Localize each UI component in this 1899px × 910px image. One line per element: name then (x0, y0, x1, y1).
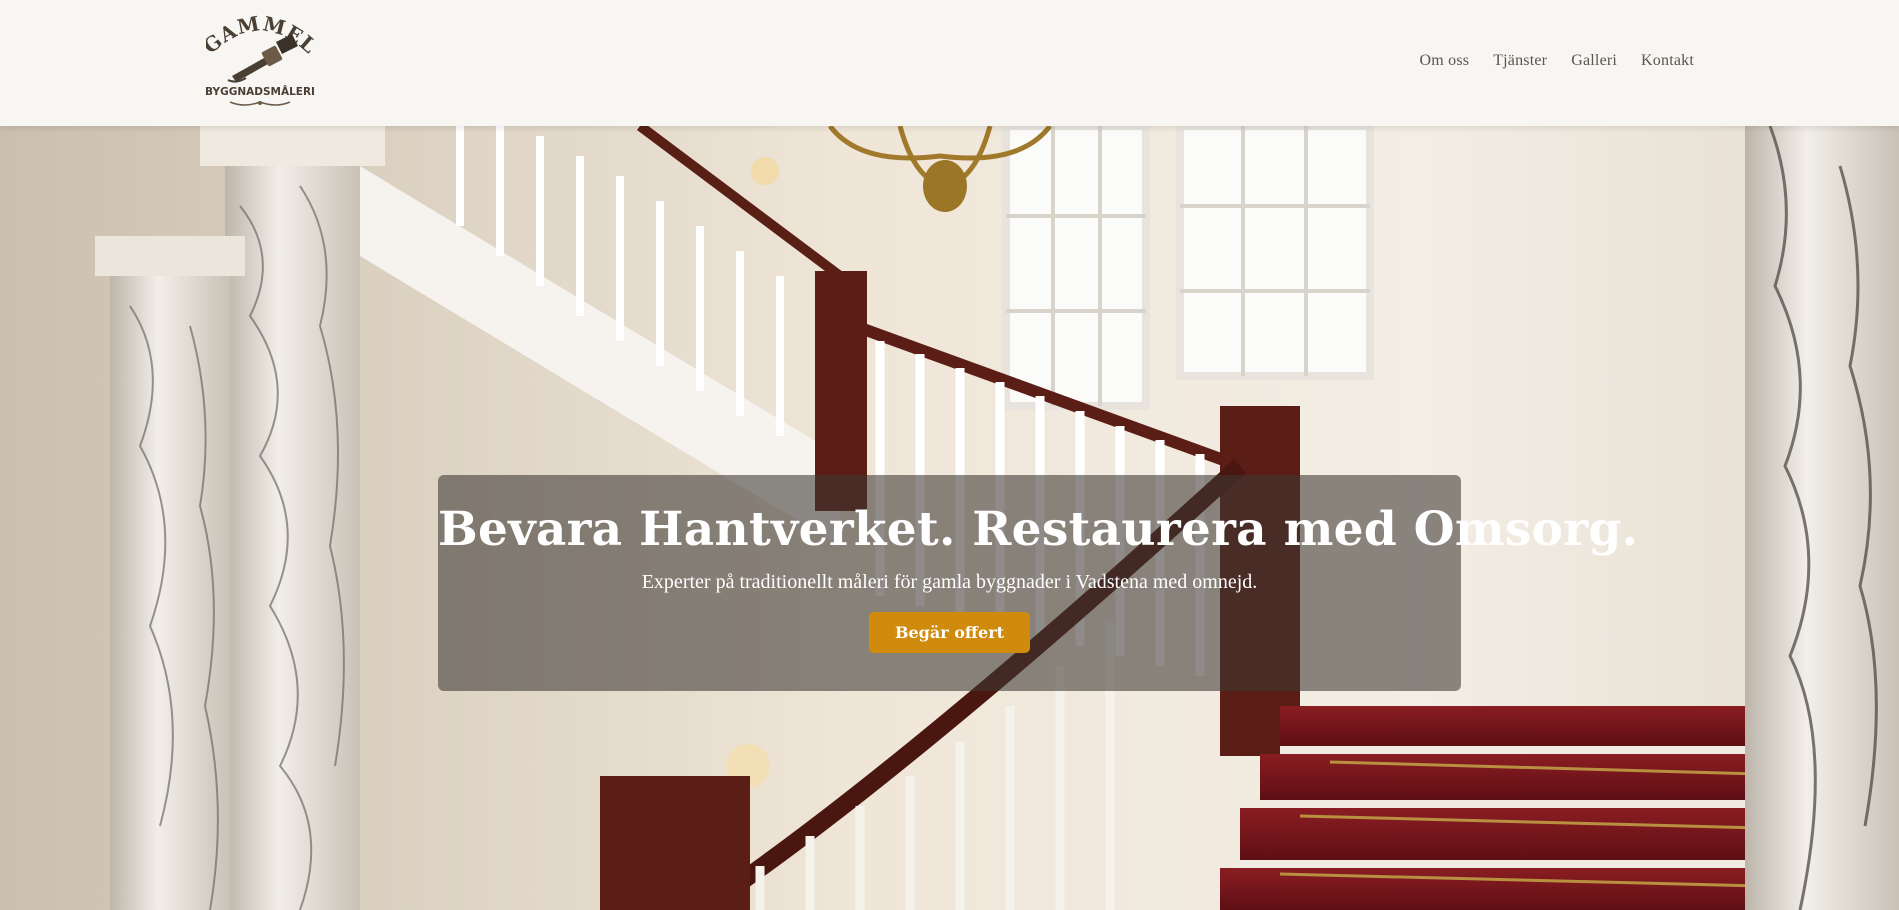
hero-title: Bevara Hantverket. Restaurera med Omsorg… (438, 502, 1639, 557)
main-nav: Om oss Tjänster Galleri Kontakt (1420, 52, 1694, 70)
paintbrush-icon (227, 34, 298, 83)
request-quote-button[interactable]: Begär offert (869, 612, 1030, 653)
logo[interactable]: GAMMEL BYGGNADSMÅLERI (206, 14, 314, 110)
nav-link-om-oss[interactable]: Om oss (1420, 52, 1470, 70)
site-header: GAMMEL BYGGNADSMÅLERI Om oss Tjänster Ga… (0, 0, 1899, 126)
hero-overlay-panel: Bevara Hantverket. Restaurera med Omsorg… (438, 475, 1639, 691)
hero-section: Bevara Hantverket. Restaurera med Omsorg… (0, 126, 1899, 910)
logo-text-top: GAMMEL (206, 14, 314, 58)
nav-link-tjanster[interactable]: Tjänster (1493, 52, 1547, 70)
hero-subtitle: Experter på traditionellt måleri för gam… (641, 571, 1258, 593)
logo-graphic: GAMMEL BYGGNADSMÅLERI (206, 14, 314, 106)
nav-link-galleri[interactable]: Galleri (1571, 52, 1617, 70)
logo-text-bottom: BYGGNADSMÅLERI (206, 85, 314, 98)
nav-link-kontakt[interactable]: Kontakt (1641, 52, 1694, 70)
